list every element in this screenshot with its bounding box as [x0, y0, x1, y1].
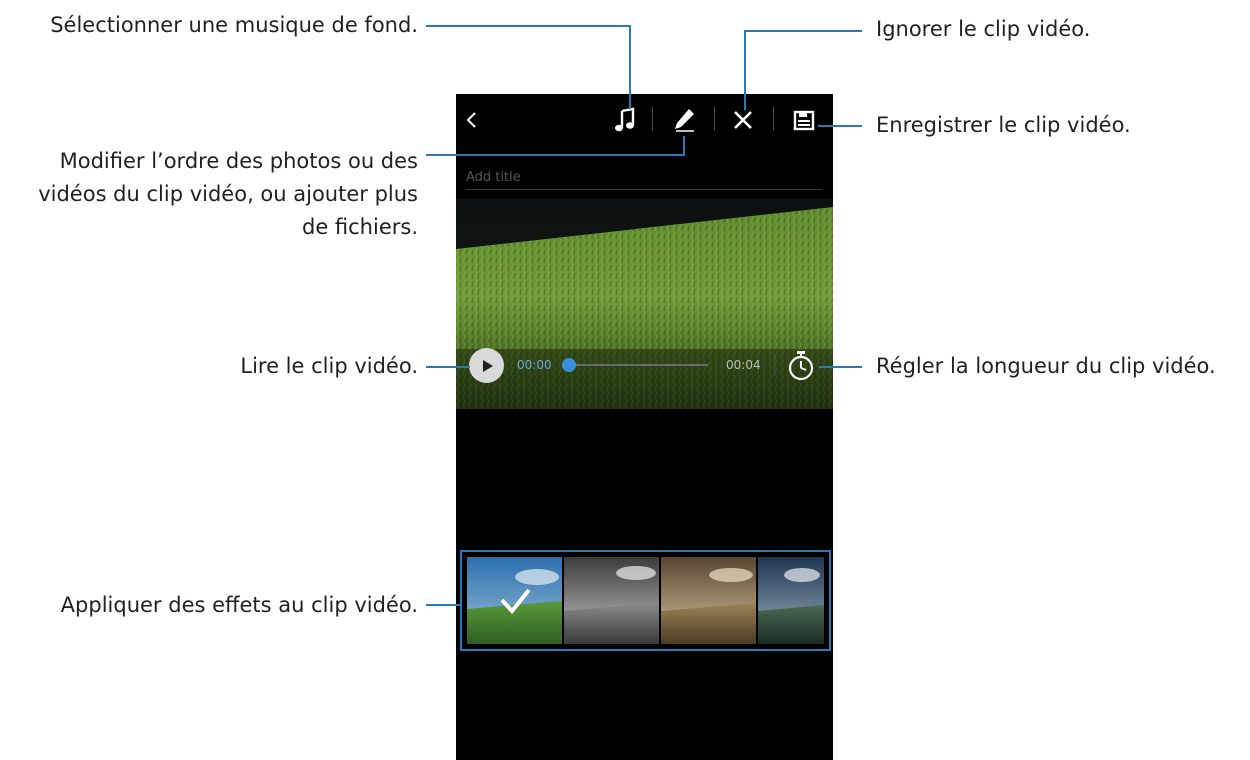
close-icon — [734, 111, 752, 129]
separator — [774, 354, 775, 376]
chevron-left-icon — [466, 112, 476, 128]
leader-line-effects — [426, 604, 460, 606]
leader-line-edit — [426, 154, 685, 156]
play-button[interactable] — [469, 348, 504, 383]
leader-line-play — [426, 366, 470, 368]
effect-black-and-white[interactable] — [564, 557, 659, 644]
effect-sepia[interactable] — [661, 557, 756, 644]
discard-button[interactable] — [724, 94, 762, 146]
leader-line-music — [426, 25, 631, 27]
progress-handle[interactable] — [562, 358, 576, 372]
music-button[interactable] — [606, 94, 644, 146]
action-bar — [456, 94, 833, 146]
effect-sepia-image — [661, 557, 756, 644]
callout-play: Lire le clip vidéo. — [240, 354, 418, 378]
save-icon — [793, 110, 815, 131]
progress-track[interactable] — [568, 364, 708, 366]
playback-controls: 00:00 00:04 — [456, 345, 833, 385]
stopwatch-icon — [788, 351, 814, 381]
effect-original-image — [467, 557, 562, 644]
callout-edit: Modifier l’ordre des photos ou des vidéo… — [38, 145, 418, 244]
separator — [714, 107, 715, 131]
effect-vintage[interactable] — [758, 557, 824, 644]
back-button[interactable] — [456, 94, 488, 146]
effect-black-and-white-image — [564, 557, 659, 644]
effect-vintage-image — [758, 557, 824, 644]
pencil-icon — [675, 109, 694, 132]
leader-line-discard — [744, 30, 746, 110]
callout-edit-line1: Modifier l’ordre des photos ou des — [59, 149, 418, 173]
total-time: 00:04 — [726, 358, 761, 372]
callout-edit-line2: vidéos du clip vidéo, ou ajouter plus — [38, 182, 418, 206]
leader-line-discard — [744, 30, 862, 32]
clip-length-button[interactable] — [784, 349, 818, 383]
current-time: 00:00 — [517, 358, 552, 372]
effects-strip — [460, 550, 831, 651]
callout-effects: Appliquer des effets au clip vidéo. — [60, 593, 418, 617]
leader-line-edit — [683, 136, 685, 156]
callout-edit-line3: de fichiers. — [301, 215, 418, 239]
callout-music: Sélectionner une musique de fond. — [50, 13, 418, 37]
leader-line-length — [819, 366, 862, 368]
callout-save: Enregistrer le clip vidéo. — [876, 113, 1131, 137]
effect-original[interactable] — [467, 557, 562, 644]
callout-length: Régler la longueur du clip vidéo. — [876, 354, 1216, 378]
leader-line-music — [629, 25, 631, 109]
video-clip-editor-screen: 00:00 00:04 — [456, 94, 833, 760]
separator — [652, 107, 653, 131]
save-button[interactable] — [784, 94, 824, 146]
add-title-input[interactable] — [466, 166, 822, 190]
leader-line-save — [818, 125, 862, 127]
callout-discard: Ignorer le clip vidéo. — [876, 17, 1091, 41]
music-note-icon — [615, 107, 635, 132]
separator — [773, 107, 774, 131]
play-icon — [482, 359, 493, 372]
